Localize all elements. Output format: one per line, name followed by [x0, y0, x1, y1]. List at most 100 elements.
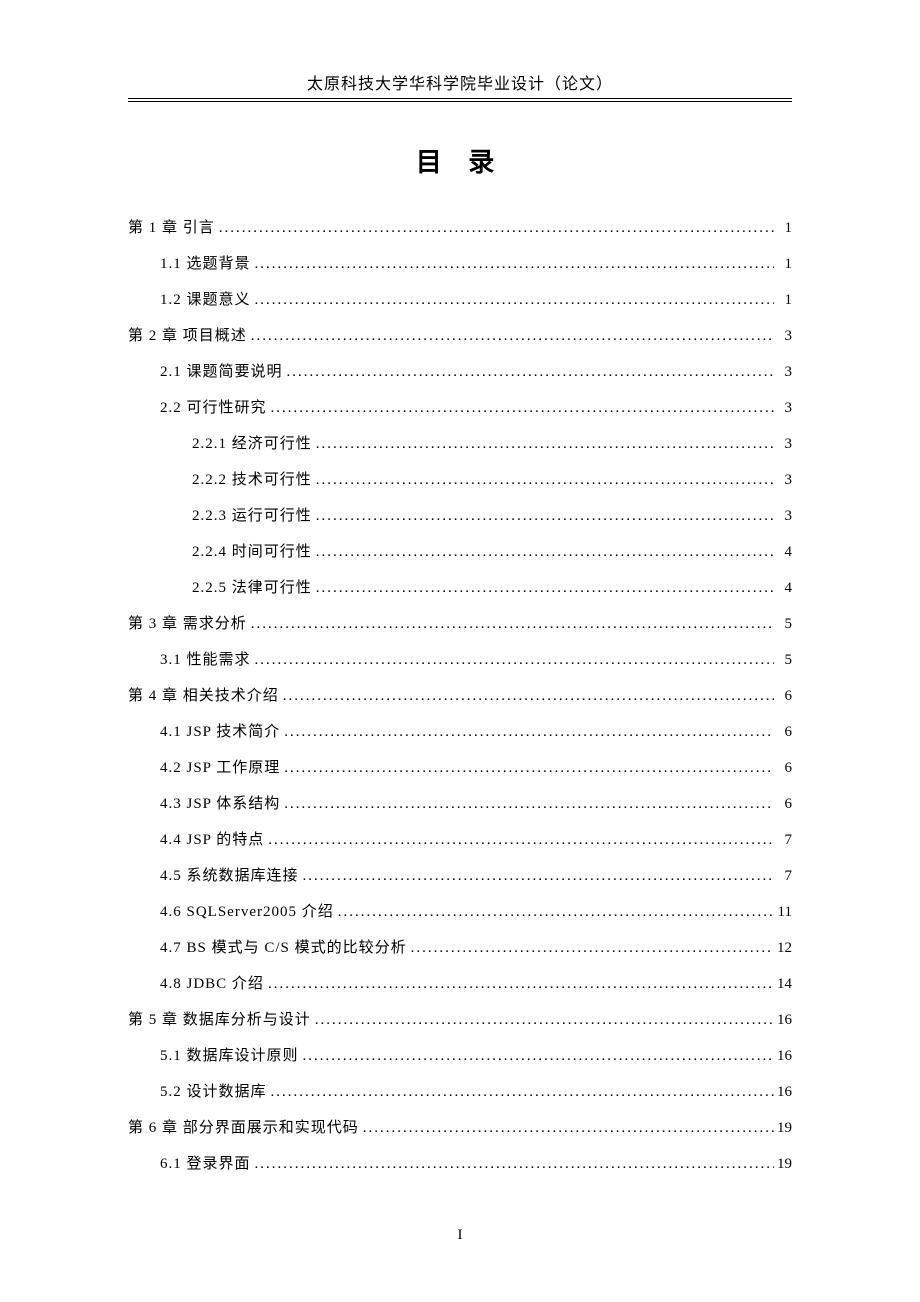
toc-dot-leader	[267, 401, 774, 416]
toc-entry-page: 3	[774, 437, 792, 452]
toc-dot-leader	[280, 725, 774, 740]
toc-entry-label: 2.2.3 运行可行性	[192, 509, 312, 524]
toc-entry-page: 6	[774, 725, 792, 740]
toc-entry-page: 3	[774, 401, 792, 416]
toc-entry-label: 第 6 章 部分界面展示和实现代码	[128, 1121, 359, 1136]
toc-entry-page: 3	[774, 329, 792, 344]
toc-entry-page: 5	[774, 653, 792, 668]
toc-entry-page: 6	[774, 797, 792, 812]
toc-dot-leader	[280, 797, 774, 812]
toc-entry: 2.2 可行性研究 3	[128, 401, 792, 416]
toc-entry: 第 4 章 相关技术介绍 6	[128, 689, 792, 704]
toc-entry: 2.2.3 运行可行性 3	[128, 509, 792, 524]
toc-entry-page: 7	[774, 833, 792, 848]
toc-entry: 4.4 JSP 的特点 7	[128, 833, 792, 848]
toc-entry-label: 第 3 章 需求分析	[128, 617, 247, 632]
toc-dot-leader	[311, 1013, 774, 1028]
toc-entry-page: 12	[774, 941, 792, 956]
toc-entry-page: 11	[774, 905, 792, 920]
toc-entry-label: 2.1 课题简要说明	[160, 365, 283, 380]
toc-entry-label: 2.2.4 时间可行性	[192, 545, 312, 560]
toc-entry-label: 4.5 系统数据库连接	[160, 869, 299, 884]
toc-entry: 4.8 JDBC 介绍 14	[128, 977, 792, 992]
toc-entry: 4.1 JSP 技术简介 6	[128, 725, 792, 740]
toc-entry-page: 14	[774, 977, 792, 992]
toc-entry-label: 4.7 BS 模式与 C/S 模式的比较分析	[160, 941, 407, 956]
toc-entry-page: 6	[774, 689, 792, 704]
toc-entry-label: 4.8 JDBC 介绍	[160, 977, 264, 992]
toc-entry-page: 7	[774, 869, 792, 884]
toc-entry-page: 1	[774, 221, 792, 236]
toc-dot-leader	[407, 941, 774, 956]
toc-entry-label: 4.6 SQLServer2005 介绍	[160, 905, 334, 920]
toc-dot-leader	[251, 293, 774, 308]
toc-entry: 2.2.4 时间可行性 4	[128, 545, 792, 560]
toc-entry-label: 2.2.5 法律可行性	[192, 581, 312, 596]
toc-dot-leader	[359, 1121, 774, 1136]
toc-entry-label: 5.1 数据库设计原则	[160, 1049, 299, 1064]
toc-entry-label: 2.2.1 经济可行性	[192, 437, 312, 452]
toc-entry-label: 2.2 可行性研究	[160, 401, 267, 416]
toc-dot-leader	[215, 221, 774, 236]
toc-entry-page: 1	[774, 293, 792, 308]
toc-entry: 第 3 章 需求分析 5	[128, 617, 792, 632]
toc-list: 第 1 章 引言11.1 选题背景11.2 课题意义1第 2 章 项目概述32.…	[128, 221, 792, 1172]
toc-entry-page: 3	[774, 473, 792, 488]
toc-dot-leader	[264, 977, 774, 992]
toc-dot-leader	[251, 257, 774, 272]
toc-dot-leader	[280, 761, 774, 776]
toc-entry: 2.1 课题简要说明 3	[128, 365, 792, 380]
toc-entry: 4.3 JSP 体系结构6	[128, 797, 792, 812]
toc-entry-label: 4.1 JSP 技术简介	[160, 725, 280, 740]
toc-entry: 2.2.1 经济可行性 3	[128, 437, 792, 452]
toc-dot-leader	[279, 689, 774, 704]
toc-entry-page: 19	[774, 1157, 792, 1172]
toc-entry: 4.5 系统数据库连接 7	[128, 869, 792, 884]
toc-entry-label: 第 1 章 引言	[128, 221, 215, 236]
toc-entry-label: 6.1 登录界面	[160, 1157, 251, 1172]
toc-entry: 第 1 章 引言 1	[128, 221, 792, 236]
toc-dot-leader	[267, 1085, 774, 1100]
header-divider	[128, 98, 792, 102]
toc-dot-leader	[264, 833, 774, 848]
toc-dot-leader	[334, 905, 774, 920]
toc-entry-label: 1.2 课题意义	[160, 293, 251, 308]
toc-entry-page: 4	[774, 581, 792, 596]
toc-entry-label: 第 4 章 相关技术介绍	[128, 689, 279, 704]
toc-entry-label: 4.2 JSP 工作原理	[160, 761, 280, 776]
toc-entry: 1.2 课题意义 1	[128, 293, 792, 308]
toc-entry: 4.6 SQLServer2005 介绍 11	[128, 905, 792, 920]
toc-dot-leader	[283, 365, 774, 380]
toc-dot-leader	[299, 869, 774, 884]
toc-entry-page: 3	[774, 509, 792, 524]
toc-dot-leader	[247, 617, 774, 632]
toc-dot-leader	[247, 329, 774, 344]
toc-entry: 4.7 BS 模式与 C/S 模式的比较分析 12	[128, 941, 792, 956]
toc-entry-label: 第 5 章 数据库分析与设计	[128, 1013, 311, 1028]
toc-dot-leader	[299, 1049, 774, 1064]
toc-entry-label: 2.2.2 技术可行性	[192, 473, 312, 488]
toc-entry-label: 1.1 选题背景	[160, 257, 251, 272]
toc-entry-page: 19	[774, 1121, 792, 1136]
toc-entry-page: 3	[774, 365, 792, 380]
toc-dot-leader	[251, 653, 774, 668]
toc-entry-label: 4.4 JSP 的特点	[160, 833, 264, 848]
toc-entry: 2.2.5 法律可行性 4	[128, 581, 792, 596]
toc-entry-page: 16	[774, 1013, 792, 1028]
toc-entry: 2.2.2 技术可行性 3	[128, 473, 792, 488]
toc-entry-page: 5	[774, 617, 792, 632]
toc-entry: 5.1 数据库设计原则16	[128, 1049, 792, 1064]
toc-title: 目 录	[128, 142, 792, 179]
toc-entry: 第 6 章 部分界面展示和实现代码 19	[128, 1121, 792, 1136]
page-number: I	[0, 1227, 920, 1244]
toc-entry: 第 2 章 项目概述 3	[128, 329, 792, 344]
toc-entry-page: 4	[774, 545, 792, 560]
toc-dot-leader	[312, 473, 774, 488]
toc-entry-label: 第 2 章 项目概述	[128, 329, 247, 344]
toc-dot-leader	[312, 509, 774, 524]
toc-entry: 第 5 章 数据库分析与设计 16	[128, 1013, 792, 1028]
toc-entry: 5.2 设计数据库16	[128, 1085, 792, 1100]
toc-entry: 6.1 登录界面 19	[128, 1157, 792, 1172]
toc-entry-page: 1	[774, 257, 792, 272]
toc-entry-label: 5.2 设计数据库	[160, 1085, 267, 1100]
